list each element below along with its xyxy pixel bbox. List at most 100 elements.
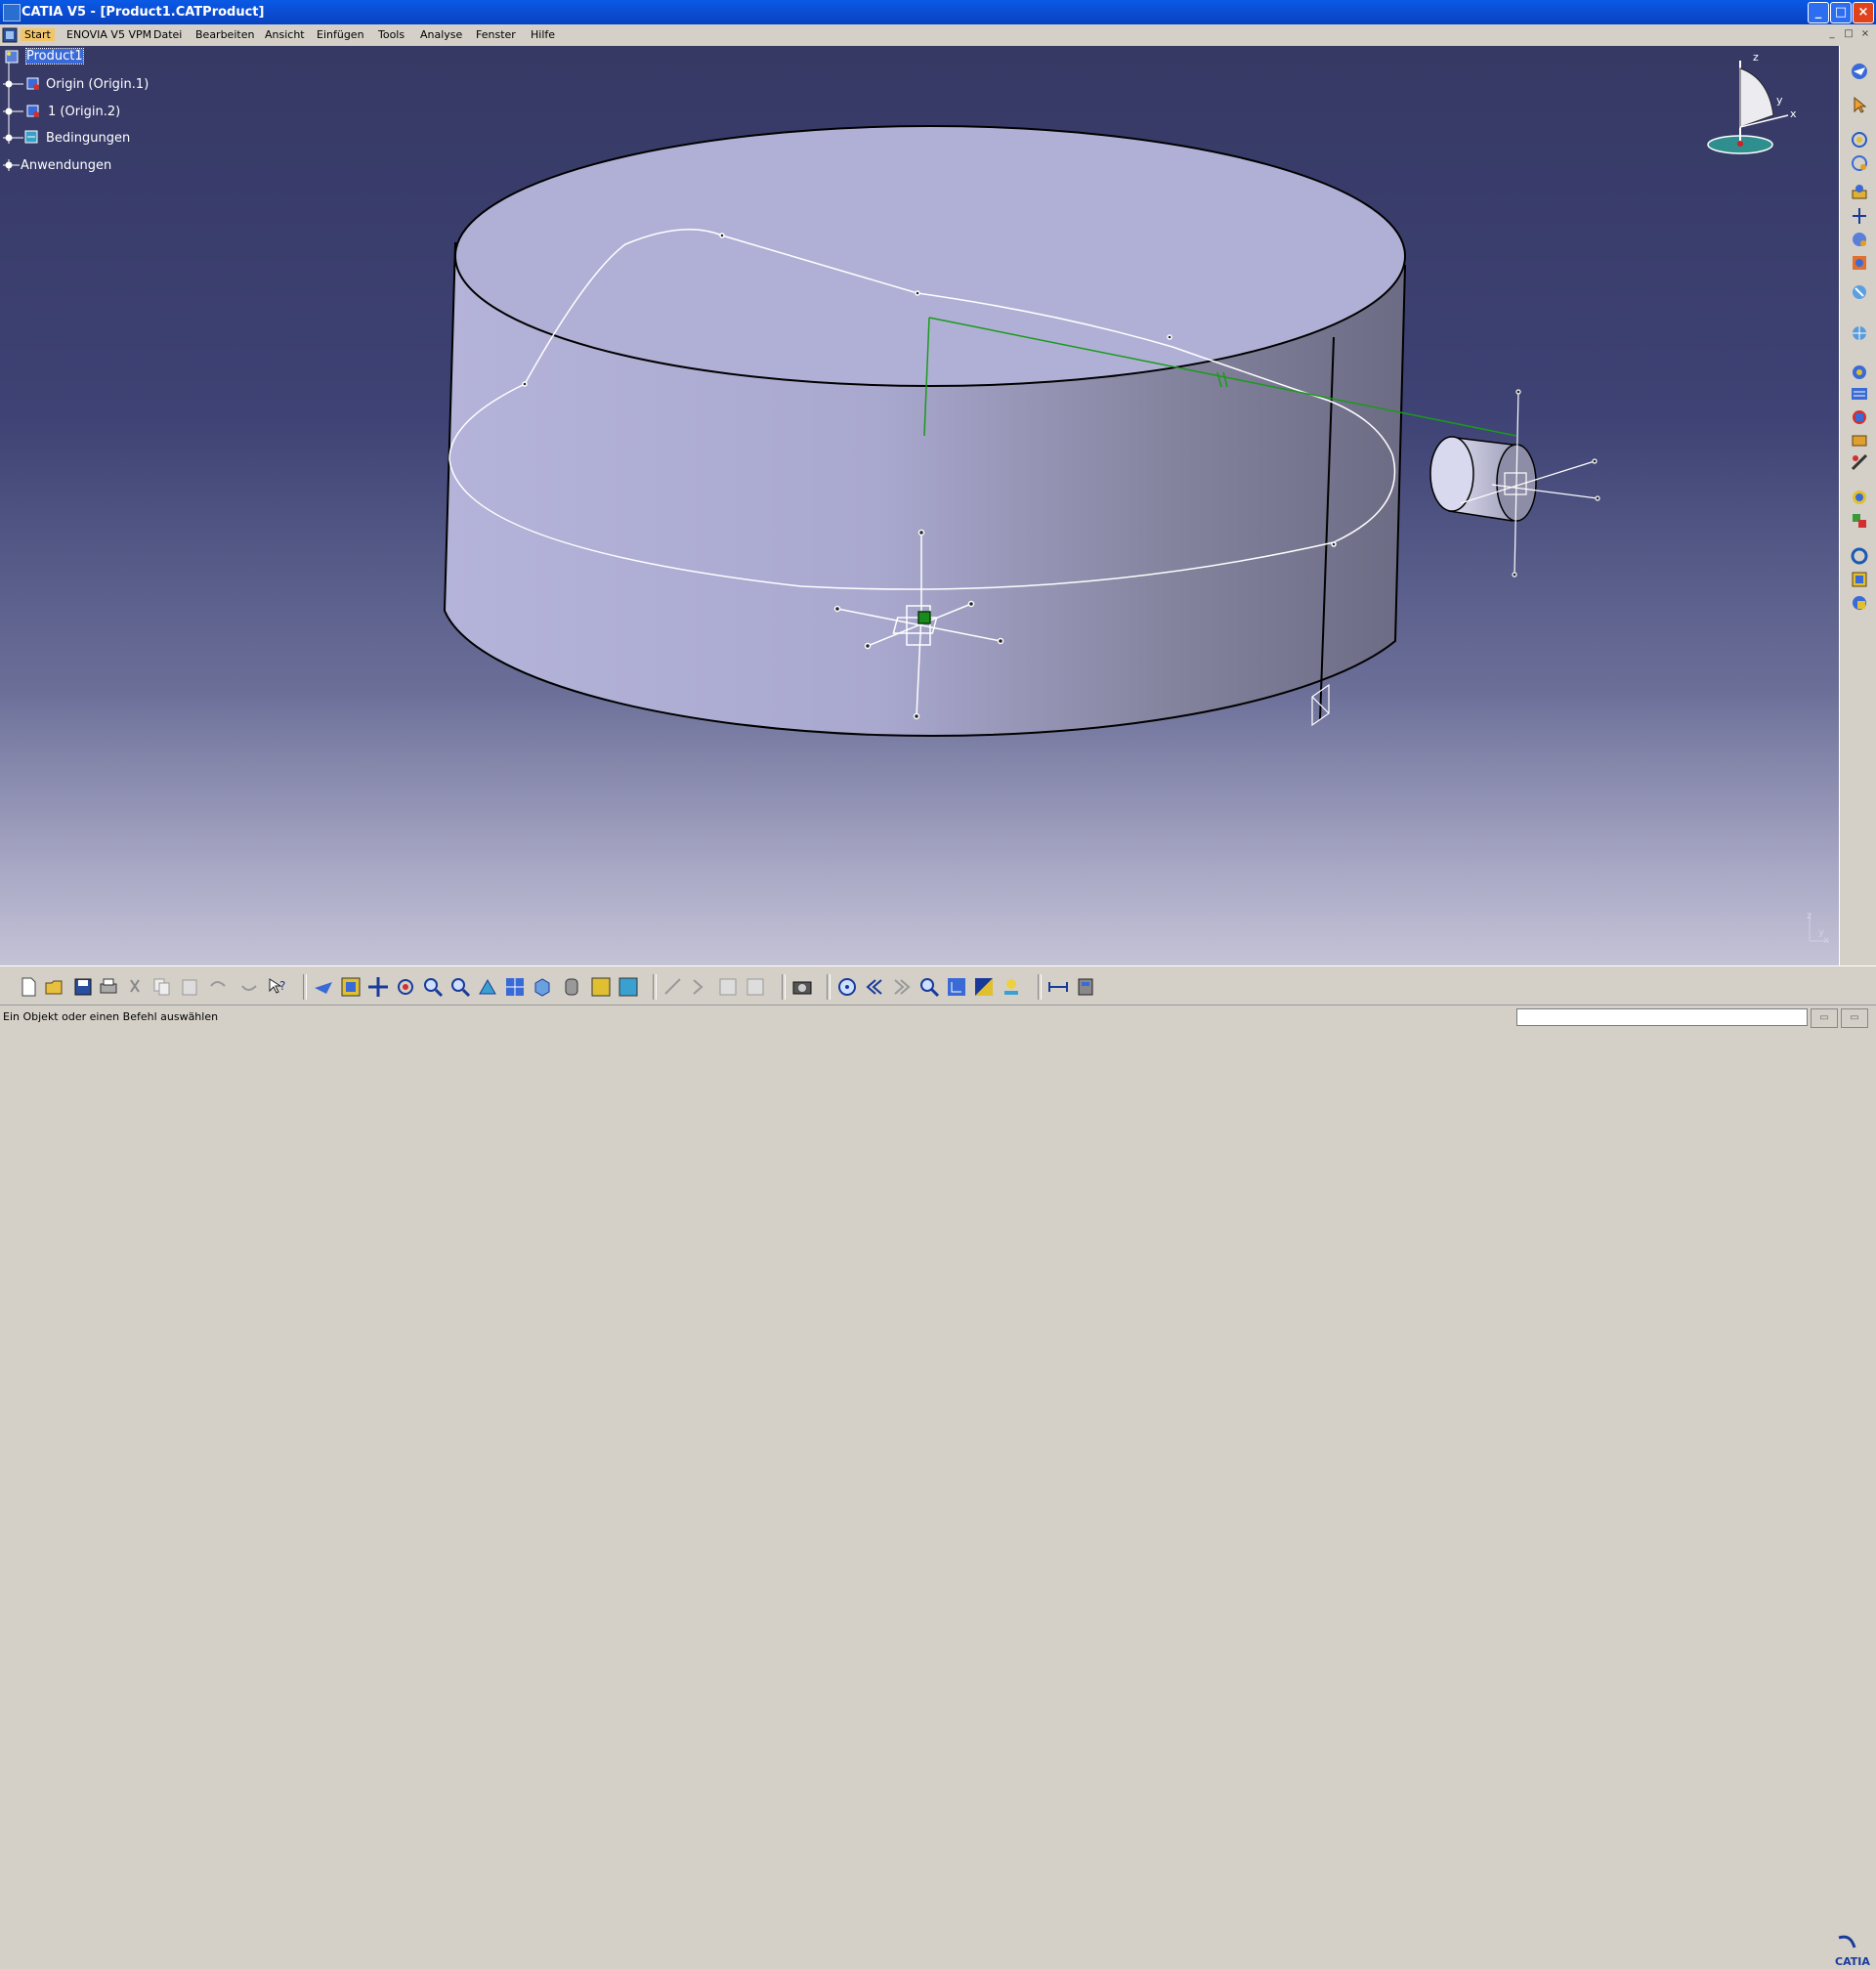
- command-ok-button[interactable]: ▭: [1811, 1008, 1838, 1028]
- manipulation-icon[interactable]: [1850, 153, 1869, 173]
- menu-start[interactable]: Start: [21, 28, 55, 41]
- material-icon[interactable]: [973, 976, 995, 998]
- whats-this-icon[interactable]: ?: [266, 976, 287, 998]
- title-bar: CATIA V5 - [Product1.CATProduct] _ □ ×: [0, 0, 1876, 24]
- select-icon[interactable]: [1850, 95, 1869, 114]
- svg-text:?: ?: [279, 979, 285, 993]
- save-icon[interactable]: [72, 976, 94, 998]
- tree-label-product1[interactable]: Product1: [25, 48, 84, 64]
- print-icon[interactable]: [98, 976, 119, 998]
- tree-icon[interactable]: [946, 976, 967, 998]
- contact-icon[interactable]: [1850, 452, 1869, 472]
- explode-icon[interactable]: [1850, 206, 1869, 226]
- doc-maximize-button[interactable]: □: [1842, 27, 1855, 41]
- capture-icon[interactable]: [791, 976, 813, 998]
- small-cylinder-part[interactable]: [1429, 389, 1600, 578]
- fly-mode-icon[interactable]: [1850, 62, 1869, 81]
- 3d-viewport[interactable]: z y x z y x Product1 Origin (Origin.1) 1…: [0, 46, 1839, 965]
- window-title: CATIA V5 - [Product1.CATProduct]: [21, 5, 265, 20]
- menu-einfuegen[interactable]: Einfügen: [317, 28, 364, 41]
- compass-x-label: x: [1790, 107, 1797, 120]
- catalog-browser-icon[interactable]: [1850, 282, 1869, 302]
- measure-between-icon[interactable]: [1047, 976, 1069, 998]
- command-input[interactable]: [1516, 1008, 1808, 1026]
- coincidence-icon[interactable]: [1850, 431, 1869, 450]
- status-bar: Ein Objekt oder einen Befehl auswählen ▭…: [0, 1005, 1876, 1031]
- shading-icon[interactable]: [561, 976, 582, 998]
- catia-app-icon[interactable]: [3, 4, 21, 21]
- fly-icon[interactable]: [313, 976, 334, 998]
- swap-visible-icon[interactable]: [618, 976, 639, 998]
- plane-marker[interactable]: [1311, 683, 1330, 727]
- rotate-icon[interactable]: [1850, 130, 1869, 150]
- cut-icon[interactable]: [125, 976, 147, 998]
- new-icon[interactable]: [18, 976, 39, 998]
- fix-icon[interactable]: [1850, 407, 1869, 427]
- compass-icon[interactable]: [836, 976, 858, 998]
- menu-analyse[interactable]: Analyse: [420, 28, 462, 41]
- undo-icon[interactable]: [207, 976, 229, 998]
- product-icon: [5, 50, 19, 64]
- update-icon[interactable]: [1850, 546, 1869, 566]
- constraint-icon[interactable]: [1850, 384, 1869, 404]
- menu-datei[interactable]: Datei: [153, 28, 182, 41]
- search-icon[interactable]: [918, 976, 940, 998]
- compass[interactable]: z y x: [1707, 51, 1797, 154]
- compass-z-label: z: [1753, 51, 1759, 64]
- menu-bearbeiten[interactable]: Bearbeiten: [195, 28, 254, 41]
- iso-view-icon[interactable]: [532, 976, 553, 998]
- tree-label-origin2[interactable]: 1 (Origin.2): [48, 105, 120, 119]
- part-icon: [26, 77, 39, 90]
- 3d-scene[interactable]: z y x z y x: [0, 46, 1839, 965]
- knowledge-icon[interactable]: [717, 976, 739, 998]
- zoom-in-icon[interactable]: [422, 976, 444, 998]
- right-toolbar: [1839, 46, 1876, 965]
- normal-view-icon[interactable]: [477, 976, 498, 998]
- scene-icon[interactable]: [1850, 570, 1869, 589]
- copy-icon[interactable]: [151, 976, 173, 998]
- pan-icon[interactable]: [367, 976, 389, 998]
- close-button[interactable]: ×: [1853, 2, 1874, 23]
- paste-icon[interactable]: [179, 976, 200, 998]
- tree-label-bedingungen[interactable]: Bedingungen: [46, 131, 130, 146]
- document-icon[interactable]: [2, 27, 18, 43]
- redo-icon[interactable]: [238, 976, 260, 998]
- tree-label-anwendungen[interactable]: Anwendungen: [21, 158, 111, 173]
- measure-item-icon[interactable]: [1075, 976, 1096, 998]
- doc-close-button[interactable]: ×: [1858, 27, 1872, 41]
- doc-minimize-button[interactable]: _: [1825, 27, 1839, 41]
- smart-move-icon[interactable]: [1850, 363, 1869, 382]
- maximize-button[interactable]: □: [1830, 2, 1852, 23]
- bill-of-material-icon[interactable]: [1850, 253, 1869, 273]
- menu-tools[interactable]: Tools: [378, 28, 405, 41]
- hide-show-icon[interactable]: [590, 976, 612, 998]
- light-icon[interactable]: [1001, 976, 1022, 998]
- rotate-view-icon[interactable]: [395, 976, 416, 998]
- status-message: Ein Objekt oder einen Befehl auswählen: [3, 1010, 219, 1023]
- tree-label-origin1[interactable]: Origin (Origin.1): [46, 77, 149, 92]
- snap-icon[interactable]: [1850, 183, 1869, 202]
- zoom-out-icon[interactable]: [449, 976, 471, 998]
- formula-icon[interactable]: [745, 976, 766, 998]
- move-icon[interactable]: [1850, 323, 1869, 343]
- menu-fenster[interactable]: Fenster: [476, 28, 516, 41]
- menu-ansicht[interactable]: Ansicht: [265, 28, 305, 41]
- sketch-icon[interactable]: [662, 976, 684, 998]
- offset-icon[interactable]: [1850, 488, 1869, 507]
- menu-hilfe[interactable]: Hilfe: [531, 28, 555, 41]
- menu-enovia[interactable]: ENOVIA V5 VPM: [66, 28, 151, 41]
- clash-icon[interactable]: [1850, 593, 1869, 613]
- angle-icon[interactable]: [1850, 511, 1869, 531]
- next-icon[interactable]: [891, 976, 913, 998]
- previous-icon[interactable]: [864, 976, 885, 998]
- catia-logo-text: CATIA: [1835, 1955, 1870, 1968]
- cylinder-top-face[interactable]: [454, 125, 1406, 387]
- command-cancel-button[interactable]: ▭: [1841, 1008, 1868, 1028]
- fit-all-icon[interactable]: [340, 976, 362, 998]
- multi-view-icon[interactable]: [504, 976, 526, 998]
- stop-manipulation-icon[interactable]: [1850, 230, 1869, 249]
- catalog-icon[interactable]: [690, 976, 711, 998]
- part-icon: [26, 105, 39, 117]
- open-icon[interactable]: [44, 976, 65, 998]
- minimize-button[interactable]: _: [1808, 2, 1829, 23]
